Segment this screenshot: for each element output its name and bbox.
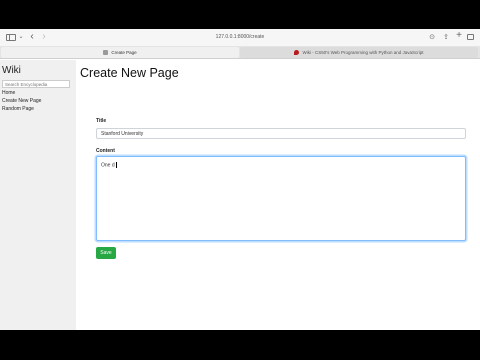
- tab-create-page[interactable]: Create Page: [1, 47, 239, 58]
- page-title: Create New Page: [80, 66, 179, 80]
- browser-toolbar: ⌄ ‹ › 127.0.0.1:8000/create ⊙ ⇪ +: [0, 29, 480, 46]
- page-favicon-icon: [103, 50, 109, 56]
- wiki-title: Wiki: [2, 65, 21, 76]
- search-input[interactable]: [2, 80, 70, 88]
- main-content: Create New Page Title Content One d Save: [80, 60, 480, 330]
- share-icon[interactable]: ⇪: [442, 33, 450, 42]
- plus-icon[interactable]: +: [455, 31, 463, 41]
- download-icon[interactable]: ⊙: [428, 33, 436, 42]
- wiki-sidebar: Wiki Home Create New Page Random Page: [0, 60, 76, 330]
- content-label: Content: [96, 148, 115, 154]
- nav-create-new-page-link[interactable]: Create New Page: [2, 98, 41, 104]
- content-text: One d: [101, 162, 115, 169]
- save-button[interactable]: Save: [96, 247, 116, 259]
- text-cursor: [115, 162, 117, 168]
- page-content: Wiki Home Create New Page Random Page Cr…: [0, 60, 480, 330]
- tab-cs50-wiki[interactable]: Wiki - CS50's Web Programming with Pytho…: [240, 47, 478, 58]
- browser-window: ⌄ ‹ › 127.0.0.1:8000/create ⊙ ⇪ + Create…: [0, 29, 480, 330]
- content-textarea[interactable]: One d: [96, 156, 466, 241]
- title-field[interactable]: [96, 128, 466, 139]
- tab-label: Create Page: [111, 50, 137, 55]
- title-label: Title: [96, 118, 107, 124]
- tab-label: Wiki - CS50's Web Programming with Pytho…: [302, 50, 424, 55]
- tab-bar: Create Page Wiki - CS50's Web Programmin…: [0, 46, 480, 59]
- address-bar[interactable]: 127.0.0.1:8000/create: [0, 34, 480, 40]
- tabs-overview-icon[interactable]: [467, 33, 475, 42]
- nav-home-link[interactable]: Home: [2, 90, 15, 96]
- harvard-favicon-icon: [294, 50, 300, 56]
- nav-random-page-link[interactable]: Random Page: [2, 106, 34, 112]
